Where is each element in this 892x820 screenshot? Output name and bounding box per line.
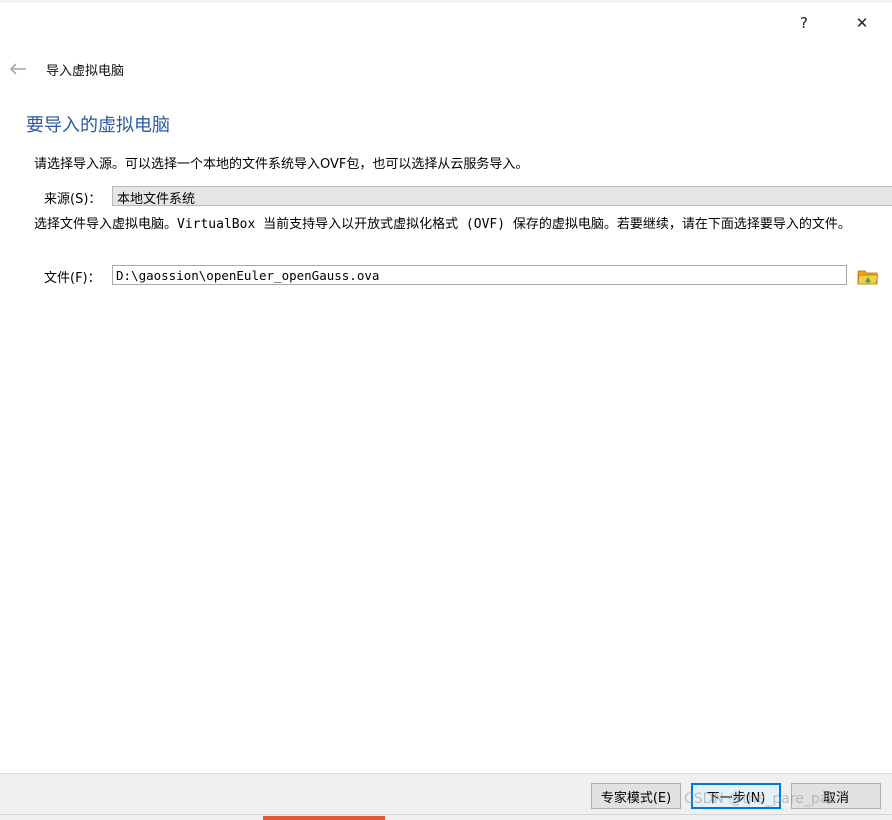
folder-open-icon[interactable] [856, 265, 880, 287]
source-select[interactable]: 本地文件系统 [112, 186, 892, 207]
import-appliance-dialog: ? ✕ 导入虚拟电脑 要导入的虚拟电脑 请选择导入源。可以选择一个本地的文件系统… [0, 3, 892, 818]
source-description: 请选择导入源。可以选择一个本地的文件系统导入OVF包，也可以选择从云服务导入。 [34, 157, 529, 172]
help-button[interactable]: ? [790, 11, 818, 35]
source-row: 来源(S)： 本地文件系统 [44, 186, 892, 208]
next-button[interactable]: 下一步(N) [691, 783, 781, 809]
page-heading: 要导入的虚拟电脑 [26, 115, 170, 136]
background-window-strip-bottom [0, 814, 892, 820]
background-accent-bar [263, 816, 385, 820]
close-button[interactable]: ✕ [848, 11, 876, 35]
source-select-value: 本地文件系统 [117, 192, 196, 207]
back-arrow-icon[interactable] [8, 59, 28, 79]
file-description: 选择文件导入虚拟电脑。VirtualBox 当前支持导入以开放式虚拟化格式 (O… [34, 217, 851, 232]
close-icon: ✕ [855, 14, 869, 32]
expert-mode-button[interactable]: 专家模式(E) [591, 783, 681, 809]
file-label: 文件(F)： [44, 271, 101, 286]
wizard-title: 导入虚拟电脑 [46, 64, 125, 79]
source-label: 来源(S)： [44, 192, 102, 207]
file-path-input[interactable] [112, 265, 847, 285]
dialog-footer: 专家模式(E) 下一步(N) 取消 [0, 773, 892, 818]
file-row: 文件(F)： [44, 265, 884, 287]
wizard-nav-row: 导入虚拟电脑 [0, 57, 892, 81]
cancel-button[interactable]: 取消 [791, 783, 881, 809]
